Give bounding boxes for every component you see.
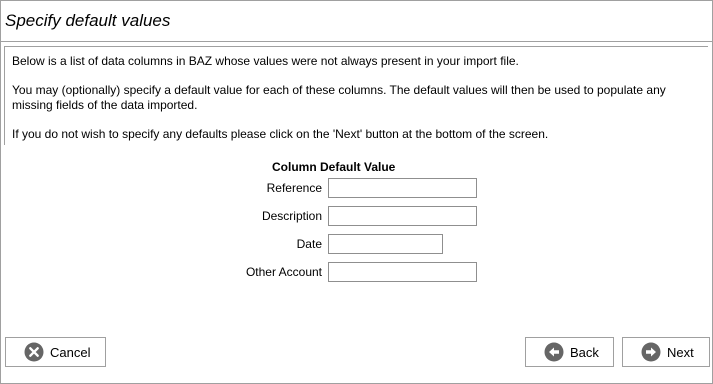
back-label: Back bbox=[570, 344, 599, 360]
back-button[interactable]: Back bbox=[525, 337, 614, 367]
cancel-icon bbox=[24, 342, 44, 362]
description-label: Description bbox=[261, 209, 322, 223]
arrow-left-icon bbox=[544, 342, 564, 362]
date-input[interactable] bbox=[328, 234, 443, 254]
cancel-label: Cancel bbox=[50, 344, 91, 360]
other-account-label: Other Account bbox=[245, 265, 322, 279]
next-button[interactable]: Next bbox=[622, 337, 710, 367]
column-header: Column Default Value bbox=[272, 160, 396, 174]
reference-label: Reference bbox=[266, 181, 322, 195]
info-text-2: You may (optionally) specify a default v… bbox=[12, 83, 666, 112]
other-account-input[interactable] bbox=[328, 262, 477, 282]
info-text-1: Below is a list of data columns in BAZ w… bbox=[12, 54, 519, 68]
info-text-3: If you do not wish to specify any defaul… bbox=[12, 127, 549, 141]
title-bar: Specify default values bbox=[1, 1, 712, 42]
wizard-window: Specify default values Below is a list o… bbox=[0, 0, 713, 384]
reference-input[interactable] bbox=[328, 178, 477, 198]
description-input[interactable] bbox=[328, 206, 477, 226]
info-panel: Below is a list of data columns in BAZ w… bbox=[4, 46, 708, 145]
date-label: Date bbox=[296, 237, 322, 251]
cancel-button[interactable]: Cancel bbox=[5, 337, 106, 367]
page-title: Specify default values bbox=[5, 11, 171, 30]
arrow-right-icon bbox=[641, 342, 661, 362]
next-label: Next bbox=[667, 344, 694, 360]
